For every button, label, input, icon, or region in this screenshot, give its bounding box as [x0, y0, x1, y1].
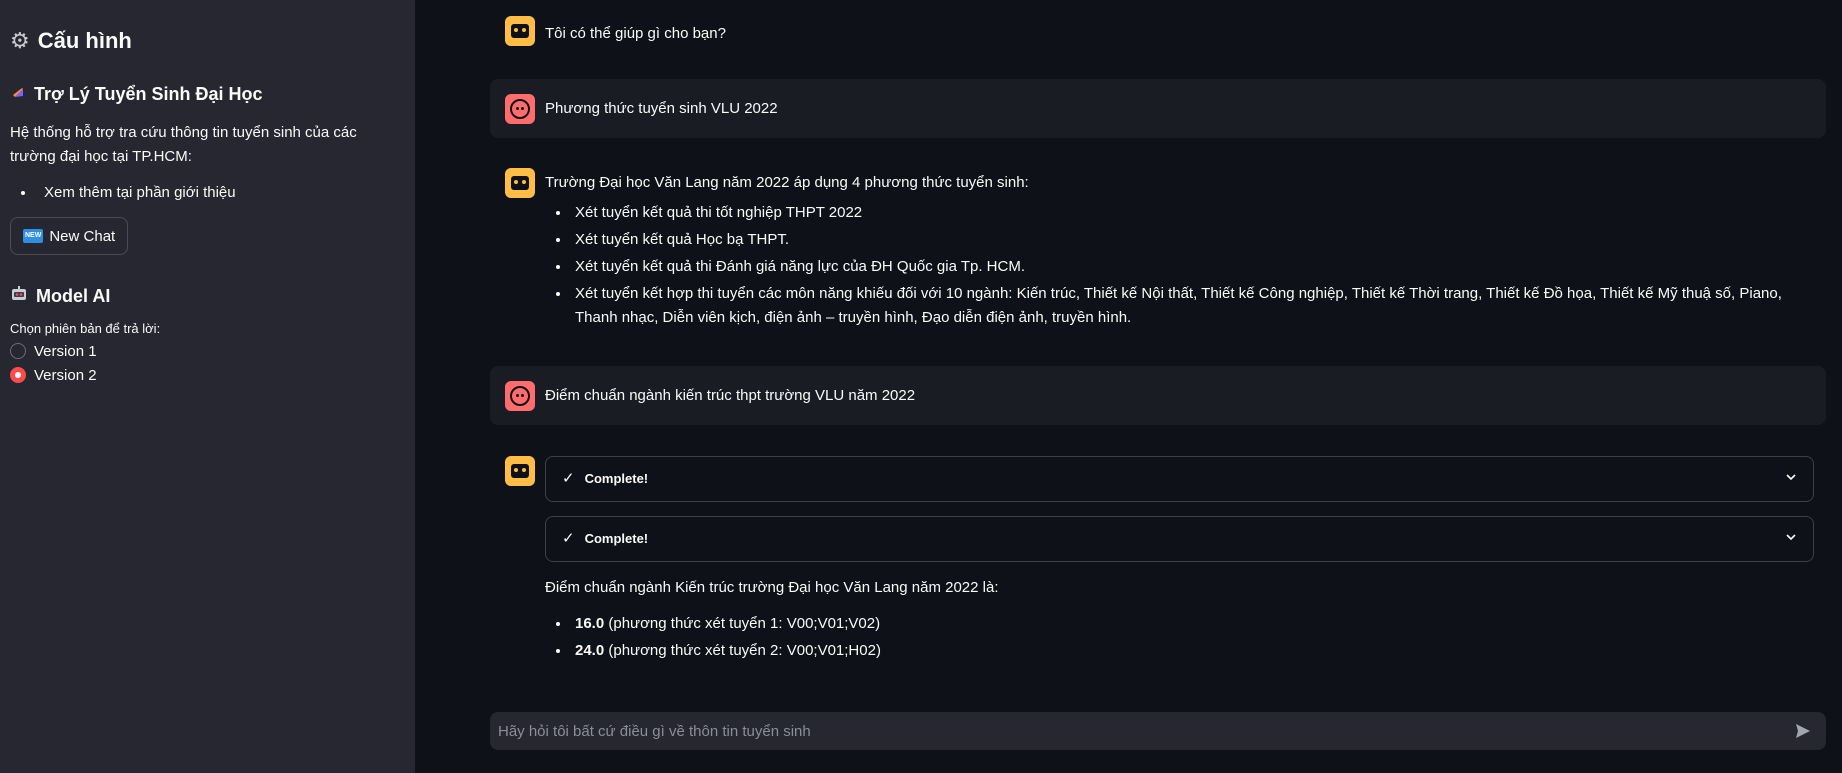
- score-detail: (phương thức xét tuyển 1: V00;V01;V02): [604, 615, 881, 632]
- chat-message-user: Phương thức tuyển sinh VLU 2022: [490, 79, 1826, 138]
- model-heading: Model AI: [10, 285, 405, 307]
- list-item: Xét tuyển kết quả Học bạ THPT.: [571, 228, 1814, 252]
- sidebar-title: ⚙ Cấu hình: [10, 28, 405, 54]
- chat-message-assistant: ✓ Complete! ✓ Complete! Điểm chuẩn ngành…: [490, 456, 1826, 676]
- bot-avatar-icon: [505, 456, 535, 486]
- sidebar-title-text: Cấu hình: [37, 28, 132, 53]
- score-detail: (phương thức xét tuyển 2: V00;V01;H02): [604, 642, 881, 659]
- score-value: 16.0: [575, 615, 605, 632]
- radio-version-2-label: Version 2: [34, 366, 97, 384]
- score-value: 24.0: [575, 642, 605, 659]
- chat-input-bar: [490, 712, 1826, 750]
- status-expander[interactable]: ✓ Complete!: [545, 516, 1814, 562]
- status-expander[interactable]: ✓ Complete!: [545, 456, 1814, 502]
- bot-avatar-icon: [505, 16, 535, 46]
- scores-list: 16.0 (phương thức xét tuyển 1: V00;V01;V…: [545, 612, 1814, 663]
- user-avatar-icon: [505, 94, 535, 124]
- message-text: Tôi có thể giúp gì cho bạn?: [545, 25, 726, 42]
- version-radio-label: Chọn phiên bản để trả lời:: [10, 321, 161, 336]
- message-text: Điểm chuẩn ngành kiến trúc thpt trường V…: [545, 387, 916, 404]
- assistant-heading: Trợ Lý Tuyển Sinh Đại Học: [10, 84, 405, 105]
- methods-list: Xét tuyển kết quả thi tốt nghiệp THPT 20…: [545, 201, 1814, 330]
- list-item: Xét tuyển kết quả thi tốt nghiệp THPT 20…: [571, 201, 1814, 225]
- radio-version-1-label: Version 1: [34, 342, 97, 360]
- list-item: Xét tuyển kết hợp thi tuyển các môn năng…: [571, 282, 1814, 330]
- expander-label: Complete!: [584, 531, 649, 546]
- user-avatar-icon: [505, 381, 535, 411]
- message-text: Điểm chuẩn ngành Kiến trúc trường Đại họ…: [545, 579, 999, 596]
- expander-label: Complete!: [584, 471, 649, 486]
- graduation-cap-icon: [10, 85, 26, 105]
- radio-version-1[interactable]: Version 1: [10, 342, 405, 360]
- check-icon: ✓: [562, 530, 575, 547]
- chat-area: Tôi có thể giúp gì cho bạn? Phương thức …: [415, 0, 1842, 773]
- send-icon[interactable]: [1788, 716, 1818, 746]
- radio-version-2[interactable]: Version 2: [10, 366, 405, 384]
- chat-message-assistant: Tôi có thể giúp gì cho bạn?: [490, 16, 1826, 52]
- new-badge-icon: NEW: [23, 229, 44, 243]
- radio-button[interactable]: [10, 343, 26, 359]
- bot-avatar-icon: [505, 168, 535, 198]
- check-icon: ✓: [562, 470, 575, 487]
- list-item: 16.0 (phương thức xét tuyển 1: V00;V01;V…: [571, 612, 1814, 636]
- list-item: Xem thêm tại phần giới thiệu: [36, 181, 405, 205]
- list-item: 24.0 (phương thức xét tuyển 2: V00;V01;H…: [571, 639, 1814, 663]
- robot-icon: [10, 285, 28, 307]
- sidebar-description: Hệ thống hỗ trợ tra cứu thông tin tuyển …: [10, 124, 357, 165]
- chat-message-user: Điểm chuẩn ngành kiến trúc thpt trường V…: [490, 366, 1826, 425]
- chevron-down-icon: [1785, 467, 1797, 491]
- gear-icon: ⚙: [10, 28, 30, 53]
- model-heading-text: Model AI: [36, 285, 111, 306]
- message-text: Trường Đại học Văn Lang năm 2022 áp dụng…: [545, 174, 1029, 191]
- new-chat-label: New Chat: [49, 227, 116, 245]
- list-item: Xét tuyển kết quả thi Đánh giá năng lực …: [571, 255, 1814, 279]
- sidebar-info-list: Xem thêm tại phần giới thiệu: [10, 181, 405, 205]
- radio-button-selected[interactable]: [10, 367, 26, 383]
- new-chat-button[interactable]: NEW New Chat: [10, 217, 129, 255]
- chevron-down-icon: [1785, 527, 1797, 551]
- chat-input[interactable]: [498, 722, 1788, 740]
- message-text: Phương thức tuyển sinh VLU 2022: [545, 100, 778, 117]
- sidebar: ⚙ Cấu hình Trợ Lý Tuyển Sinh Đại Học Hệ …: [0, 0, 415, 773]
- chat-message-assistant: Trường Đại học Văn Lang năm 2022 áp dụng…: [490, 168, 1826, 338]
- assistant-heading-text: Trợ Lý Tuyển Sinh Đại Học: [34, 84, 263, 104]
